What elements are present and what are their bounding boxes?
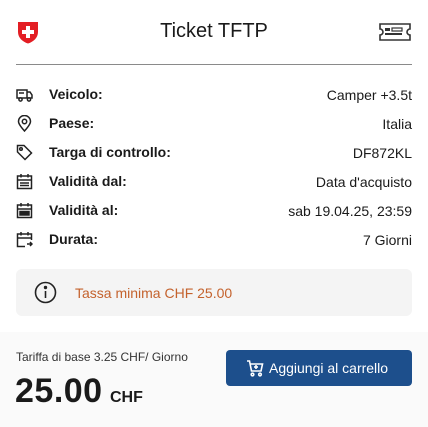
- detail-value: sab 19.04.25, 23:59: [288, 203, 412, 219]
- header-divider: [16, 64, 412, 65]
- detail-row-vehicle: Veicolo: Camper +3.5t: [16, 80, 412, 109]
- header: Ticket TFTP: [0, 0, 428, 66]
- detail-label: Paese:: [49, 115, 95, 131]
- detail-value: Italia: [382, 116, 412, 132]
- tag-icon: [16, 144, 33, 161]
- ticket-details: Veicolo: Camper +3.5t Paese: Italia Targ…: [16, 80, 412, 254]
- camper-icon: [16, 86, 33, 103]
- detail-label: Validità dal:: [49, 173, 127, 189]
- add-to-cart-button[interactable]: Aggiungi al carrello: [226, 350, 412, 386]
- price-currency: CHF: [110, 389, 143, 406]
- total-price: 25.00: [15, 372, 103, 410]
- detail-value: Data d'acquisto: [315, 174, 412, 190]
- calendar-icon: [16, 202, 33, 219]
- detail-value: Camper +3.5t: [326, 87, 412, 103]
- detail-row-valid-from: Validità dal: Data d'acquisto: [16, 167, 412, 196]
- detail-label: Veicolo:: [49, 86, 103, 102]
- notice-text: Tassa minima CHF 25.00: [75, 285, 233, 301]
- ticket-icon[interactable]: [378, 20, 412, 44]
- detail-value: DF872KL: [352, 145, 412, 161]
- detail-row-country: Paese: Italia: [16, 109, 412, 138]
- detail-label: Targa di controllo:: [49, 144, 171, 160]
- detail-row-valid-to: Validità al: sab 19.04.25, 23:59: [16, 196, 412, 225]
- location-pin-icon: [16, 114, 33, 133]
- cart-icon: [246, 359, 264, 377]
- detail-row-duration: Durata: 7 Giorni: [16, 225, 412, 254]
- price-footer: Tariffa di base 3.25 CHF/ Giorno 25.00 C…: [0, 332, 428, 427]
- minimum-fee-notice: Tassa minima CHF 25.00: [16, 269, 412, 316]
- calendar-range-icon: [16, 231, 34, 248]
- detail-label: Durata:: [49, 231, 99, 247]
- detail-row-plate: Targa di controllo: DF872KL: [16, 138, 412, 167]
- base-rate: Tariffa di base 3.25 CHF/ Giorno: [16, 350, 188, 364]
- page-title: Ticket TFTP: [160, 20, 268, 42]
- detail-value: 7 Giorni: [362, 232, 412, 248]
- detail-label: Validità al:: [49, 202, 119, 218]
- info-icon: [34, 281, 57, 304]
- add-to-cart-label: Aggiungi al carrello: [269, 360, 389, 376]
- calendar-icon: [16, 173, 33, 190]
